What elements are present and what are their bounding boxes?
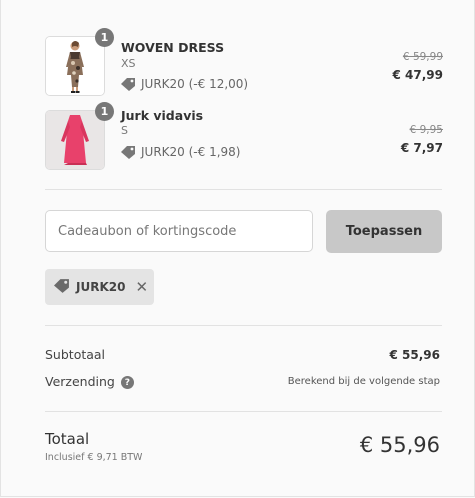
total-label: Totaal (45, 430, 90, 448)
total-value: € 55,96 (359, 433, 440, 457)
remove-code-icon[interactable]: ✕ (135, 279, 148, 295)
order-summary-panel: 1 WOVEN DRESS XS JURK20 (-€ 12,00) € 59,… (0, 0, 475, 497)
tag-icon (121, 77, 136, 91)
apply-button[interactable]: Toepassen (326, 210, 442, 253)
tag-icon (54, 278, 70, 296)
shipping-row: Verzending? (45, 374, 134, 389)
item-discount-label: JURK20 (-€ 1,98) (141, 145, 241, 159)
original-price: € 59,99 (402, 51, 443, 63)
product-name: Jurk vidavis (121, 108, 204, 123)
applied-code-label: JURK20 (76, 280, 126, 294)
final-price: € 47,99 (392, 68, 443, 82)
tax-note: Inclusief € 9,71 BTW (45, 452, 143, 463)
divider (45, 325, 442, 326)
divider (45, 411, 442, 412)
line-item: 1 Jurk vidavis S JURK20 (-€ 1,98) € 9,95… (45, 102, 443, 172)
product-name: WOVEN DRESS (121, 40, 225, 55)
product-variant: S (121, 124, 128, 137)
final-price: € 7,97 (400, 141, 443, 155)
woven-dress-illustration (46, 37, 104, 95)
quantity-badge: 1 (95, 28, 114, 47)
shipping-label: Verzending (45, 374, 115, 389)
tag-icon (121, 145, 136, 159)
help-icon[interactable]: ? (120, 376, 134, 389)
shipping-value: Berekend bij de volgende stap (287, 376, 440, 387)
line-item: 1 WOVEN DRESS XS JURK20 (-€ 12,00) € 59,… (45, 28, 443, 98)
original-price: € 9,95 (409, 124, 443, 136)
item-discount: JURK20 (-€ 1,98) (121, 145, 240, 159)
pink-dress-illustration (46, 111, 104, 169)
product-image-woven-dress (45, 36, 105, 96)
applied-code-chip: JURK20 ✕ (45, 269, 154, 305)
discount-code-input[interactable] (45, 210, 313, 252)
subtotal-label: Subtotaal (45, 347, 106, 362)
product-variant: XS (121, 57, 136, 70)
quantity-badge: 1 (95, 102, 114, 121)
divider (45, 189, 442, 190)
product-image-jurk-vidavis (45, 110, 105, 170)
item-discount-label: JURK20 (-€ 12,00) (141, 77, 249, 91)
subtotal-value: € 55,96 (389, 348, 440, 362)
item-discount: JURK20 (-€ 12,00) (121, 77, 248, 91)
